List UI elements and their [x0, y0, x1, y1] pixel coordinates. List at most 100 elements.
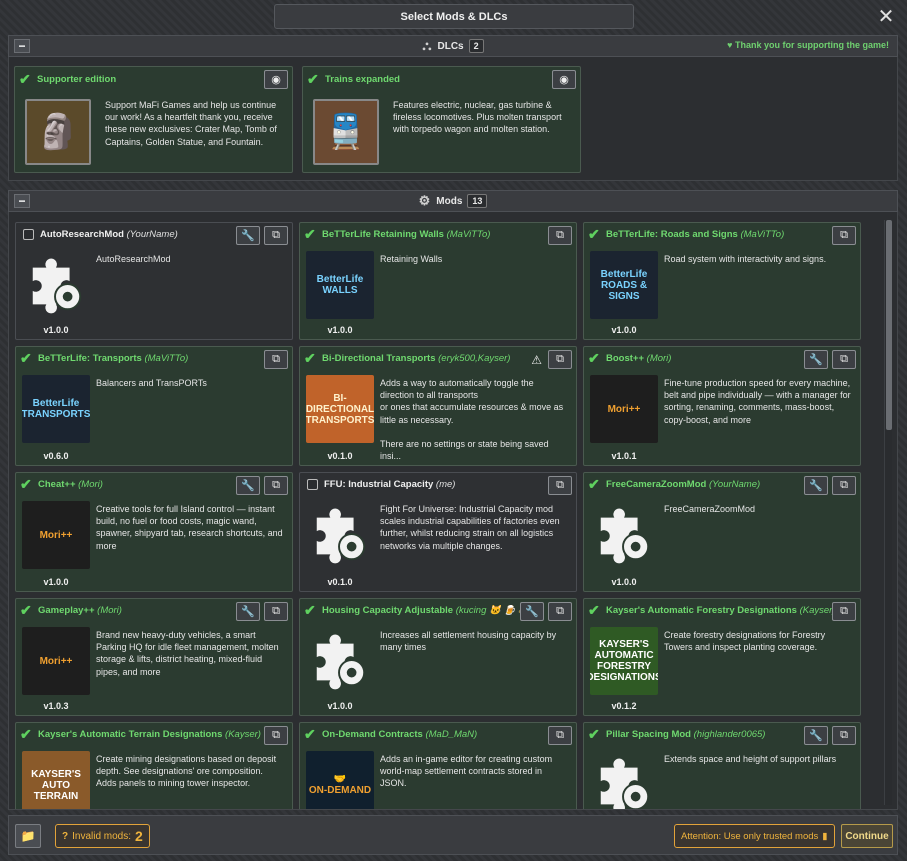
mod-settings-button[interactable]: 🔧	[236, 602, 260, 621]
checkmark-icon[interactable]: ✔	[588, 226, 606, 243]
mod-author: (MaD_MaN)	[425, 728, 478, 740]
checkmark-icon[interactable]: ✔	[304, 726, 322, 743]
checkmark-icon[interactable]: ✔	[588, 476, 606, 493]
mod-settings-button[interactable]: 🔧	[804, 476, 828, 495]
dlc-card-supporter-edition[interactable]: ✔ Supporter edition ◉ 🗿 Support MaFi Games a…	[14, 66, 293, 173]
open-external-button[interactable]: ⧉	[548, 602, 572, 621]
mod-settings-button[interactable]: 🔧	[804, 350, 828, 369]
open-external-button[interactable]: ⧉	[548, 476, 572, 495]
open-folder-button[interactable]: 📁	[15, 824, 41, 848]
mod-title: Gameplay++ (Mori)	[38, 604, 122, 616]
mod-card-betterlife-roads-and-signs[interactable]: ✔ BeTTerLife: Roads and Signs (MaViTTo) ⧉ B…	[583, 222, 861, 340]
checkmark-icon[interactable]: ✔	[19, 71, 37, 88]
mod-thumbnail: Mori++	[590, 375, 658, 443]
mods-collapse-button[interactable]: −	[14, 194, 30, 208]
open-external-button[interactable]: ⧉	[264, 476, 288, 495]
checkmark-icon[interactable]: ✔	[588, 602, 606, 619]
open-external-button[interactable]: ⧉	[832, 350, 856, 369]
open-external-button[interactable]: ⧉	[832, 226, 856, 245]
mods-scroll-thumb[interactable]	[886, 220, 892, 430]
mod-card-betterlife-retaining-walls[interactable]: ✔ BeTTerLife Retaining Walls (MaViTTo) ⧉ Be…	[299, 222, 577, 340]
external-link-icon: ⧉	[556, 605, 564, 617]
mod-card-autoresearchmod[interactable]: AutoResearchMod (YourName) 🔧 ⧉ AutoResearch…	[15, 222, 293, 340]
mod-card-freecamerazoommod[interactable]: ✔ FreeCameraZoomMod (YourName) 🔧 ⧉ FreeCamer…	[583, 472, 861, 592]
mod-author: (eryk500,Kayser)	[438, 352, 511, 364]
mods-scrollbar[interactable]	[884, 220, 892, 805]
mod-thumbnail: BetterLife WALLS	[306, 251, 374, 319]
open-external-button[interactable]: ⧉	[832, 726, 856, 745]
puzzle-gear-icon	[316, 634, 366, 690]
open-external-button[interactable]: ⧉	[832, 476, 856, 495]
mod-version: v1.0.0	[43, 577, 69, 587]
mod-card-gameplay[interactable]: ✔ Gameplay++ (Mori) 🔧 ⧉ Mori++ Brand new heav…	[15, 598, 293, 716]
mod-card-header: ✔ On-Demand Contracts (MaD_MaN) ⧉	[300, 723, 576, 745]
invalid-mods-count: 2	[135, 828, 143, 844]
continue-button[interactable]: Continue	[841, 824, 893, 848]
steam-store-button[interactable]: ◉	[552, 70, 576, 89]
mod-card-betterlife-transports[interactable]: ✔ BeTTerLife: Transports (MaViTTo) ⧉ Better…	[15, 346, 293, 466]
dlc-card-trains-expanded[interactable]: ✔ Trains expanded ◉ 🚆 Features electric, nuc…	[302, 66, 581, 173]
open-external-button[interactable]: ⧉	[264, 350, 288, 369]
checkmark-icon[interactable]: ✔	[304, 602, 322, 619]
mod-title: Pillar Spacing Mod (highlander0065)	[606, 728, 766, 740]
open-external-button[interactable]: ⧉	[264, 602, 288, 621]
mod-thumbnail	[590, 501, 658, 569]
mod-card-housing-capacity-adjustable[interactable]: ✔ Housing Capacity Adjustable (kucing 🐱 🍺…	[299, 598, 577, 716]
checkmark-icon[interactable]: ✔	[304, 350, 322, 367]
mod-card-header: ✔ BeTTerLife: Roads and Signs (MaViTTo) ⧉	[584, 223, 860, 245]
mod-thumbnail	[22, 251, 90, 319]
mod-thumbnail: Mori++	[22, 501, 90, 569]
mod-author: (MaViTTo)	[446, 228, 491, 240]
checkmark-icon[interactable]: ✔	[304, 226, 322, 243]
mod-settings-button[interactable]: 🔧	[804, 726, 828, 745]
mod-card-ffu-industrial-capacity[interactable]: FFU: Industrial Capacity (me) ⧉ Fight For …	[299, 472, 577, 592]
open-external-button[interactable]: ⧉	[548, 226, 572, 245]
footer-bar: 📁 ? Invalid mods: 2 Attention: Use only …	[8, 815, 898, 855]
open-external-button[interactable]: ⧉	[264, 226, 288, 245]
open-external-button[interactable]: ⧉	[548, 350, 572, 369]
open-external-button[interactable]: ⧉	[832, 602, 856, 621]
checkmark-icon[interactable]: ✔	[588, 726, 606, 743]
mod-title: Kayser's Automatic Forestry Designations…	[606, 604, 836, 616]
mod-card-bi-directional-transports[interactable]: ✔ Bi-Directional Transports (eryk500,Kays…	[299, 346, 577, 466]
wrench-icon: 🔧	[809, 730, 823, 742]
mod-card-header: ✔ Gameplay++ (Mori) 🔧 ⧉	[16, 599, 292, 621]
checkmark-icon[interactable]: ✔	[20, 476, 38, 493]
mod-thumbnail: KAYSER'S AUTOMATIC FORESTRY DESIGNATIONS	[590, 627, 658, 695]
mod-version: v0.6.0	[43, 451, 69, 461]
mod-checkbox[interactable]	[23, 228, 34, 240]
checkmark-icon[interactable]: ✔	[20, 602, 38, 619]
mod-settings-button[interactable]: 🔧	[520, 602, 544, 621]
dlc-title: Trains expanded	[325, 73, 400, 85]
mod-settings-button[interactable]: 🔧	[236, 226, 260, 245]
mod-card-pillar-spacing-mod[interactable]: ✔ Pillar Spacing Mod (highlander0065) 🔧 ⧉ Ex…	[583, 722, 861, 809]
mod-card-kayser-s-automatic-forestry-designations[interactable]: ✔ Kayser's Automatic Forestry Designation…	[583, 598, 861, 716]
open-external-button[interactable]: ⧉	[264, 726, 288, 745]
invalid-mods-button[interactable]: ? Invalid mods: 2	[55, 824, 150, 848]
info-icon: ▮	[822, 830, 828, 842]
wrench-icon: 🔧	[809, 480, 823, 492]
mod-thumbnail: BI-DIRECTIONAL TRANSPORTS	[306, 375, 374, 443]
steam-store-button[interactable]: ◉	[264, 70, 288, 89]
open-external-button[interactable]: ⧉	[548, 726, 572, 745]
dlcs-collapse-button[interactable]: −	[14, 39, 30, 53]
mod-settings-button[interactable]: 🔧	[236, 476, 260, 495]
mods-count-badge: 13	[467, 194, 488, 208]
checkmark-icon[interactable]: ✔	[307, 71, 325, 88]
mod-card-header: ✔ Bi-Directional Transports (eryk500,Kays…	[300, 347, 576, 369]
mod-title: Bi-Directional Transports (eryk500,Kayse…	[322, 352, 511, 364]
mod-description: Adds a way to automatically toggle the d…	[380, 378, 564, 461]
mod-card-on-demand-contracts[interactable]: ✔ On-Demand Contracts (MaD_MaN) ⧉ 🤝 ON-DEMA…	[299, 722, 577, 809]
close-button[interactable]: ✕	[872, 4, 900, 28]
checkmark-icon[interactable]: ✔	[20, 350, 38, 367]
mod-author: (MaViTTo)	[144, 352, 189, 364]
mod-checkbox[interactable]	[307, 478, 318, 490]
checkmark-icon[interactable]: ✔	[20, 726, 38, 743]
mod-card-kayser-s-automatic-terrain-designations[interactable]: ✔ Kayser's Automatic Terrain Designations…	[15, 722, 293, 809]
mod-card-header: ✔ Housing Capacity Adjustable (kucing 🐱 🍺…	[300, 599, 576, 621]
external-link-icon: ⧉	[272, 729, 280, 741]
mod-card-cheat[interactable]: ✔ Cheat++ (Mori) 🔧 ⧉ Mori++ Creative tools fo…	[15, 472, 293, 592]
mod-author: (YourName)	[708, 478, 761, 490]
mod-card-boost[interactable]: ✔ Boost++ (Mori) 🔧 ⧉ Mori++ Fine-tune product…	[583, 346, 861, 466]
checkmark-icon[interactable]: ✔	[588, 350, 606, 367]
